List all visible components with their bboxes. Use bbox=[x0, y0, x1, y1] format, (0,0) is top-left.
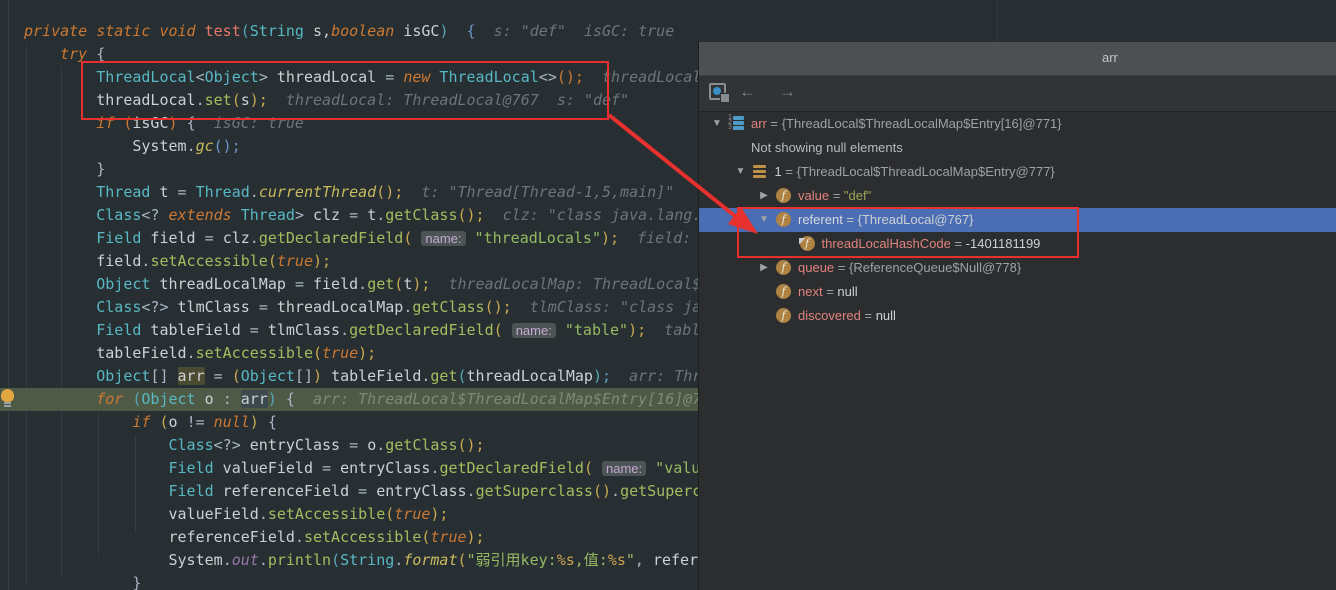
variables-tree: ▼123arr = {ThreadLocal$ThreadLocalMap$En… bbox=[699, 112, 1336, 328]
variable-row[interactable]: ▶fvalue = "def" bbox=[699, 184, 1336, 208]
field-icon: f bbox=[776, 212, 791, 227]
variable-text: = bbox=[767, 112, 782, 136]
variable-text: = bbox=[861, 304, 876, 328]
variable-row[interactable]: ▼ 1 = {ThreadLocal$ThreadLocalMap$Entry@7… bbox=[699, 160, 1336, 184]
variable-text: next bbox=[798, 280, 823, 304]
variable-text: {ThreadLocal$ThreadLocalMap$Entry@777} bbox=[797, 160, 1055, 184]
popup-title: arr bbox=[1102, 50, 1118, 65]
param-hint-chip: name: bbox=[421, 231, 465, 246]
variable-row[interactable]: ▼123 arr = {ThreadLocal$ThreadLocalMap$En… bbox=[699, 112, 1336, 136]
variable-text: = bbox=[843, 208, 858, 232]
field-icon: f bbox=[776, 284, 791, 299]
variable-text: = bbox=[823, 280, 838, 304]
variable-text: null bbox=[837, 280, 857, 304]
field-icon: f bbox=[776, 260, 791, 275]
variable-text: = bbox=[834, 256, 849, 280]
array-element-icon bbox=[753, 165, 767, 179]
variable-text: discovered bbox=[798, 304, 861, 328]
editor-divider bbox=[997, 0, 998, 42]
field-icon: f bbox=[800, 236, 815, 251]
array-icon: 123 bbox=[728, 116, 746, 132]
variable-text: = bbox=[951, 232, 966, 256]
popup-titlebar[interactable]: arr bbox=[699, 42, 1336, 76]
variable-text: {ReferenceQueue$Null@778} bbox=[849, 256, 1021, 280]
field-icon: f bbox=[776, 308, 791, 323]
variable-text: 1 bbox=[775, 160, 782, 184]
variable-text: {ThreadLocal$ThreadLocalMap$Entry[16]@77… bbox=[782, 112, 1062, 136]
variable-text: = bbox=[829, 184, 844, 208]
variable-text: threadLocalHashCode bbox=[822, 232, 951, 256]
field-marker-icon bbox=[799, 238, 806, 245]
chevron-right-icon[interactable]: ▶ bbox=[753, 256, 775, 280]
param-hint-chip: name: bbox=[512, 323, 556, 338]
forward-icon[interactable]: → bbox=[779, 82, 796, 102]
variable-row[interactable]: fnext = null bbox=[699, 280, 1336, 304]
variable-text: "def" bbox=[844, 184, 871, 208]
variable-text: null bbox=[876, 304, 896, 328]
variable-row[interactable]: Not showing null elements bbox=[699, 136, 1336, 160]
variable-row[interactable]: f threadLocalHashCode = -1401181199 bbox=[699, 232, 1336, 256]
variable-text: -1401181199 bbox=[966, 232, 1041, 256]
variable-row[interactable]: ▼f referent = {ThreadLocal@767} bbox=[699, 208, 1336, 232]
variable-text: value bbox=[798, 184, 829, 208]
field-icon: f bbox=[776, 188, 791, 203]
variables-popup: arr ← → ▼123arr = {ThreadLocal$ThreadLoc… bbox=[698, 42, 1336, 590]
variable-text: {ThreadLocal@767} bbox=[858, 208, 974, 232]
variable-text: Not showing null elements bbox=[751, 136, 903, 160]
chevron-right-icon[interactable]: ▶ bbox=[753, 184, 775, 208]
param-hint-chip: name: bbox=[602, 461, 646, 476]
intention-lightbulb-icon[interactable] bbox=[1, 389, 14, 402]
variable-text: = bbox=[782, 160, 797, 184]
chevron-down-icon[interactable]: ▼ bbox=[753, 208, 775, 232]
variable-text: referent bbox=[798, 208, 843, 232]
variable-text: arr bbox=[751, 112, 767, 136]
chevron-down-icon[interactable]: ▼ bbox=[730, 160, 752, 184]
back-icon[interactable]: ← bbox=[739, 82, 756, 102]
show-referring-objects-icon[interactable] bbox=[709, 83, 731, 103]
ide-window: private static void test(String s,boolea… bbox=[0, 0, 1336, 590]
variable-row[interactable]: ▶fqueue = {ReferenceQueue$Null@778} bbox=[699, 256, 1336, 280]
popup-toolbar: ← → bbox=[699, 76, 1336, 112]
variable-text: queue bbox=[798, 256, 834, 280]
code-line: private static void test(String s,boolea… bbox=[0, 20, 1336, 43]
variable-row[interactable]: f discovered = null bbox=[699, 304, 1336, 328]
chevron-down-icon[interactable]: ▼ bbox=[706, 112, 728, 136]
